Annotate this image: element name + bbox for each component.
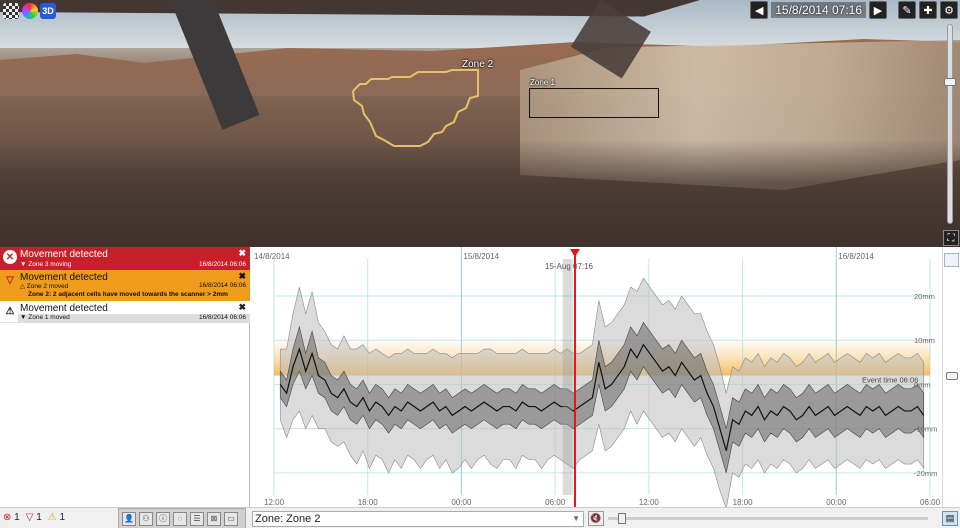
y-tick-label: -10mm	[914, 425, 937, 434]
plus-icon: ✚	[923, 4, 933, 17]
date-label: 14/8/2014	[254, 252, 290, 261]
gear-icon: ⚙	[944, 4, 954, 17]
alert-time: 16/8/2014 06:06	[199, 261, 246, 268]
x-tick-label: 18:00	[733, 498, 754, 507]
pencil-icon: ✎	[902, 4, 912, 17]
fit-icon: ⛶	[947, 232, 955, 244]
alert-subtitle: ▼ Zone 3 moving	[20, 261, 72, 268]
stack-icon[interactable]: ☰	[190, 511, 204, 526]
alerts-panel: ✕ Movement detected ✖ ▼ Zone 3 moving 16…	[0, 247, 250, 507]
chart-zoom-handle[interactable]	[946, 372, 958, 380]
alert-item[interactable]: ▽ Movement detected ✖ △ Zone 2 moved 16/…	[0, 270, 250, 301]
lasso-icon[interactable]: ◌	[173, 511, 187, 526]
delete-cells-icon[interactable]: ⊠	[207, 511, 221, 526]
x-tick-label: 06:00	[545, 498, 566, 507]
3d-view-icon[interactable]: 3D	[40, 3, 56, 19]
warning-icon: ⚠	[47, 512, 57, 523]
camera-view[interactable]: Zone 2 Zone 1 3D ◀ 15/8/2014 07:16 ▶ ✎ ✚…	[0, 0, 960, 247]
zone-1-outline[interactable]	[529, 88, 659, 118]
dismiss-icon[interactable]: ✖	[238, 302, 246, 313]
zone-select-value: Zone: Zone 2	[255, 513, 321, 525]
select-region-icon[interactable]: ▭	[224, 511, 238, 526]
y-tick-label: 0mm	[914, 380, 931, 389]
add-button[interactable]: ✚	[919, 1, 937, 19]
time-slider[interactable]	[608, 517, 928, 520]
mute-button[interactable]: 🔇	[588, 511, 604, 526]
date-label: 16/8/2014	[838, 252, 874, 261]
current-datetime: 15/8/2014 07:16	[771, 2, 866, 18]
zone-2-outline[interactable]	[0, 0, 960, 247]
cursor-marker	[569, 249, 580, 257]
tool-palette: 👤 ⚇ ⓘ ◌ ☰ ⊠ ▭	[118, 508, 246, 528]
alert-item[interactable]: ✕ Movement detected ✖ ▼ Zone 3 moving 16…	[0, 247, 250, 270]
chart-canvas[interactable]: 14/8/2014 15/8/2014 16/8/2014 15-Aug 07:16 E…	[252, 247, 942, 510]
alert-subtitle: △ Zone 2 moved	[20, 283, 69, 290]
top-toolbar: ◀ 15/8/2014 07:16 ▶ ✎ ✚ ⚙	[748, 0, 960, 20]
x-tick-label: 12:00	[264, 498, 285, 507]
event-label: Event time 06:06	[862, 375, 918, 384]
x-tick-label: 12:00	[639, 498, 660, 507]
alert-title: Movement detected	[20, 303, 108, 314]
prev-time-button[interactable]: ◀	[750, 1, 769, 19]
next-time-button[interactable]: ▶	[869, 1, 887, 19]
orange-count: ▽ 1	[26, 512, 42, 523]
warning-triangle-down-icon: ▽	[25, 512, 34, 523]
yellow-count-value: 1	[59, 512, 66, 523]
alert-item[interactable]: ⚠ Movement detected ✖ ▼ Zone 1 moved 16/…	[0, 301, 250, 323]
zone-2-label[interactable]: Zone 2	[462, 59, 493, 70]
zone-1-label[interactable]: Zone 1	[530, 78, 555, 87]
arrow-right-icon: ▶	[873, 4, 883, 17]
alert-detail: Zone 2: 2 adjacent cells have moved towa…	[28, 291, 228, 298]
zoom-slider-handle[interactable]	[944, 78, 956, 86]
warning-triangle-down-icon: ▽	[6, 274, 14, 286]
speaker-mute-icon: 🔇	[590, 513, 602, 523]
chevron-down-icon: ▼	[572, 514, 580, 523]
cell-info-icon[interactable]: ⓘ	[156, 511, 170, 526]
zone-select[interactable]: Zone: Zone 2 ▼	[252, 511, 584, 527]
x-tick-label: 06:00	[920, 498, 941, 507]
event-shade	[562, 259, 573, 495]
error-icon: ⊗	[3, 512, 12, 523]
alert-title: Movement detected	[20, 249, 108, 260]
error-icon: ✕	[3, 250, 17, 264]
y-tick-label: -20mm	[914, 469, 937, 478]
grid-toggle-icon[interactable]	[3, 3, 19, 19]
alert-counters: ⊗ 1 ▽ 1 ⚠ 1	[3, 512, 65, 523]
alert-subtitle: ▼ Zone 1 moved	[20, 314, 70, 321]
time-slider-handle[interactable]	[618, 513, 626, 524]
date-label: 15/8/2014	[463, 252, 499, 261]
alert-time: 16/8/2014 06:06	[199, 314, 246, 321]
chart-options-button[interactable]	[944, 253, 959, 267]
y-tick-label: 20mm	[914, 292, 935, 301]
x-tick-label: 00:00	[451, 498, 472, 507]
error-count: ⊗ 1	[3, 512, 20, 523]
color-palette-icon[interactable]	[22, 3, 38, 19]
zoom-slider[interactable]	[947, 24, 953, 224]
dismiss-icon[interactable]: ✖	[238, 271, 246, 282]
x-tick-label: 00:00	[826, 498, 847, 507]
alert-time: 16/8/2014 06:06	[199, 282, 246, 289]
y-tick-label: 10mm	[914, 336, 935, 345]
status-bar: ⊗ 1 ▽ 1 ⚠ 1 👤 ⚇ ⓘ ◌ ☰ ⊠ ▭ Zone: Zone 2 ▼…	[0, 507, 960, 528]
group-icon[interactable]: ⚇	[139, 511, 153, 526]
x-tick-label: 18:00	[358, 498, 379, 507]
orange-count-value: 1	[36, 512, 42, 523]
edit-button[interactable]: ✎	[898, 1, 916, 19]
dismiss-icon[interactable]: ✖	[238, 248, 246, 259]
user-remove-icon[interactable]: 👤	[122, 511, 136, 526]
chart-side-panel	[942, 247, 960, 510]
displacement-chart[interactable]: 14/8/2014 15/8/2014 16/8/2014 15-Aug 07:16 E…	[252, 247, 942, 510]
warning-icon: ⚠	[5, 305, 15, 317]
fit-view-button[interactable]: ⛶	[943, 230, 959, 246]
yellow-count: ⚠ 1	[48, 512, 65, 523]
panel-icon: ▤	[945, 513, 955, 523]
cursor-label: 15-Aug 07:16	[545, 262, 594, 271]
arrow-left-icon: ◀	[755, 4, 764, 17]
error-count-value: 1	[14, 512, 20, 523]
settings-button[interactable]: ⚙	[940, 1, 958, 19]
dock-panel-button[interactable]: ▤	[942, 511, 958, 526]
